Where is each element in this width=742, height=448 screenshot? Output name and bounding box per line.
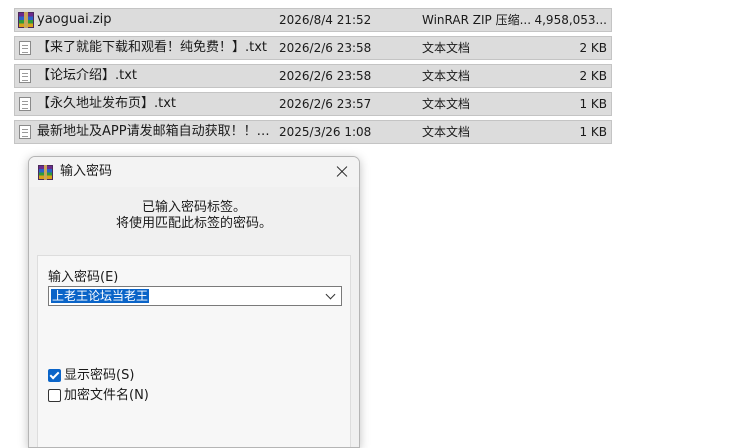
- text-file-icon: [19, 41, 31, 55]
- file-row[interactable]: 最新地址及APP请发邮箱自动获取！！！.... 2025/3/26 1:08 文…: [14, 120, 612, 144]
- dialog-title: 输入密码: [60, 164, 113, 179]
- close-icon[interactable]: [329, 159, 355, 185]
- dialog-titlebar[interactable]: 输入密码: [29, 157, 359, 187]
- file-date: 2026/2/6 23:57: [279, 97, 372, 111]
- file-row[interactable]: yaoguai.zip 2026/8/4 21:52 WinRAR ZIP 压缩…: [14, 8, 612, 32]
- message-line-1: 已输入密码标签。: [141, 200, 246, 215]
- password-value: 上老王论坛当老王: [51, 289, 150, 303]
- file-size: 2 KB: [579, 69, 607, 83]
- file-size: 4,958,053...: [534, 13, 607, 27]
- text-file-icon: [19, 97, 31, 111]
- chevron-down-icon[interactable]: [324, 288, 338, 304]
- file-date: 2026/2/6 23:58: [279, 41, 372, 55]
- file-size: 1 KB: [579, 125, 607, 139]
- text-file-icon: [19, 69, 31, 83]
- file-type: 文本文档: [422, 125, 471, 139]
- file-name: 【永久地址发布页】.txt: [37, 96, 177, 111]
- file-type: 文本文档: [422, 97, 471, 111]
- file-date: 2025/3/26 1:08: [279, 125, 372, 139]
- password-input[interactable]: 上老王论坛当老王: [48, 286, 342, 306]
- file-list: yaoguai.zip 2026/8/4 21:52 WinRAR ZIP 压缩…: [14, 8, 612, 148]
- file-size: 1 KB: [579, 97, 607, 111]
- file-name: 【来了就能下载和观看！纯免费！】.txt: [37, 40, 268, 55]
- winrar-icon: [38, 165, 53, 180]
- file-type: WinRAR ZIP 压缩...: [422, 13, 532, 27]
- file-size: 2 KB: [579, 41, 607, 55]
- password-group: 输入密码(E) 上老王论坛当老王 显示密码(S) 加密文件名(N): [37, 255, 351, 447]
- file-row[interactable]: 【论坛介绍】.txt 2026/2/6 23:58 文本文档 2 KB: [14, 64, 612, 88]
- file-name: yaoguai.zip: [37, 12, 112, 27]
- file-name: 最新地址及APP请发邮箱自动获取！！！....: [37, 124, 277, 139]
- checkbox-checked-icon[interactable]: [48, 369, 61, 382]
- checkbox-unchecked-icon[interactable]: [48, 389, 61, 402]
- dialog-message: 已输入密码标签。 将使用匹配此标签的密码。: [29, 200, 359, 232]
- message-line-2: 将使用匹配此标签的密码。: [115, 216, 272, 231]
- file-date: 2026/2/6 23:58: [279, 69, 372, 83]
- file-type: 文本文档: [422, 69, 471, 83]
- file-row[interactable]: 【来了就能下载和观看！纯免费！】.txt 2026/2/6 23:58 文本文档…: [14, 36, 612, 60]
- file-row[interactable]: 【永久地址发布页】.txt 2026/2/6 23:57 文本文档 1 KB: [14, 92, 612, 116]
- show-password-label: 显示密码(S): [64, 368, 135, 383]
- file-name: 【论坛介绍】.txt: [37, 68, 138, 83]
- text-file-icon: [19, 125, 31, 139]
- password-dialog: 输入密码 已输入密码标签。 将使用匹配此标签的密码。 输入密码(E) 上老王论坛…: [28, 156, 360, 448]
- password-label: 输入密码(E): [48, 270, 119, 285]
- winrar-archive-icon: [18, 12, 34, 28]
- encrypt-filenames-label: 加密文件名(N): [64, 388, 149, 403]
- file-type: 文本文档: [422, 41, 471, 55]
- file-date: 2026/8/4 21:52: [279, 13, 372, 27]
